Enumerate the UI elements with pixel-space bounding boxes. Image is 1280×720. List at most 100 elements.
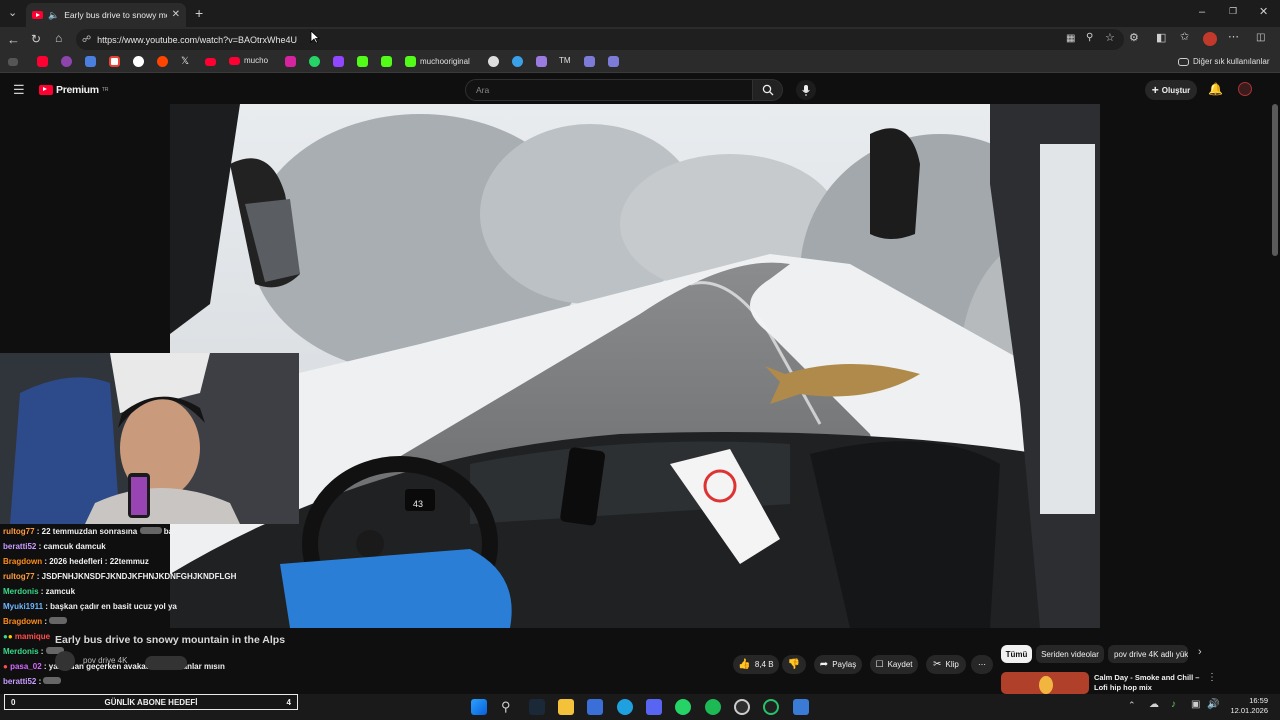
profile-avatar[interactable] <box>1203 32 1217 46</box>
goal-label: GÜNLİK ABONE HEDEFİ <box>104 697 198 707</box>
notifications-bell-icon[interactable]: 🔔 <box>1208 83 1223 95</box>
chat-user: beratti52 <box>3 677 37 686</box>
bookmark-instagram-icon[interactable] <box>285 56 296 67</box>
taskbar-search-icon[interactable]: ⚲ <box>501 700 511 713</box>
like-button[interactable]: 👍 8,4 B <box>733 655 779 674</box>
bookmark-twitch-icon[interactable] <box>333 56 344 67</box>
other-bookmarks-folder[interactable]: Diğer sık kullanılanlar <box>1178 56 1269 66</box>
tab-list-chevron-icon[interactable]: ⌄ <box>8 8 17 19</box>
bookmark-gmail-icon[interactable] <box>109 56 120 67</box>
bookmark-mucho[interactable]: mucho <box>229 56 268 65</box>
bookmark-chrome-icon[interactable] <box>61 56 72 67</box>
minimize-icon[interactable]: – <box>1199 7 1205 18</box>
channel-name[interactable]: pov drive 4K <box>83 656 127 665</box>
thumbs-down-icon: 👎 <box>787 659 801 670</box>
bookmark-x-icon[interactable]: 𝕏 <box>181 56 189 67</box>
search-button[interactable] <box>753 79 783 101</box>
reload-icon[interactable]: ↻ <box>31 33 41 45</box>
share-button[interactable]: ➦ Paylaş <box>814 655 862 674</box>
bookmark-translate-icon[interactable] <box>85 56 96 67</box>
plus-icon: + <box>1151 83 1159 97</box>
bookmark-google-icon[interactable] <box>133 56 144 67</box>
split-screen-icon[interactable]: ◧ <box>1156 33 1166 44</box>
extensions-icon[interactable]: ⚙ <box>1129 33 1139 44</box>
app-available-icon[interactable]: ▦ <box>1066 34 1075 44</box>
bookmark-edge-icon[interactable] <box>512 56 523 67</box>
bookmark-kick-2-icon[interactable] <box>381 56 392 67</box>
save-button[interactable]: ☐ Kaydet <box>870 655 918 674</box>
clip-button[interactable]: ✂ Klip <box>926 655 966 674</box>
chat-user: Merdonis <box>3 587 39 596</box>
discord-icon[interactable] <box>646 699 662 715</box>
bookmark-muchooriginal[interactable]: muchooriginal <box>405 56 470 67</box>
chip-channel-uploads[interactable]: pov drive 4K adlı yükl <box>1108 645 1188 663</box>
video-player[interactable]: 43 <box>170 104 1100 628</box>
subscribe-button[interactable] <box>145 656 187 670</box>
favorites-icon[interactable]: ✩ <box>1180 32 1189 43</box>
page-scrollbar[interactable] <box>1272 104 1278 256</box>
chips-next-chevron-icon[interactable]: › <box>1198 647 1202 658</box>
chip-series[interactable]: Seriden videolar <box>1036 645 1104 663</box>
bookmark-youtube-icon[interactable] <box>37 56 48 67</box>
chat-line: beratti52 : camcuk damcuk <box>3 542 106 551</box>
tray-microphone-icon[interactable]: ♪ <box>1171 700 1176 710</box>
dashboard-speed: 43 <box>413 499 423 509</box>
recommended-thumbnail[interactable] <box>1001 672 1089 694</box>
bookmark-reddit-icon[interactable] <box>157 56 168 67</box>
url-text[interactable]: https://www.youtube.com/watch?v=BAOtrxWh… <box>97 35 297 45</box>
hamburger-menu-icon[interactable]: ☰ <box>13 83 25 96</box>
tray-app-icon[interactable]: ☁ <box>1149 700 1159 710</box>
bookmark-tm[interactable]: TM <box>559 56 571 65</box>
bookmark-whatsapp-icon[interactable] <box>309 56 320 67</box>
channel-avatar[interactable] <box>55 651 75 671</box>
streamer-webcam <box>0 353 299 524</box>
zoom-icon[interactable]: ⚲ <box>1086 33 1093 43</box>
favorite-star-icon[interactable]: ☆ <box>1105 33 1115 44</box>
dislike-button[interactable]: 👎 <box>782 655 806 674</box>
create-button[interactable]: + Oluştur <box>1145 80 1197 100</box>
site-info-icon[interactable]: ☍ <box>82 35 91 44</box>
store-icon[interactable] <box>587 699 603 715</box>
speaker-icon[interactable]: 🔈 <box>48 10 59 20</box>
search-input[interactable]: Ara <box>465 79 753 101</box>
bookmark-github-icon[interactable] <box>488 56 499 67</box>
file-explorer-icon[interactable] <box>558 699 574 715</box>
bookmark-collections-icon[interactable] <box>8 56 18 66</box>
whatsapp-icon[interactable] <box>675 699 691 715</box>
network-icon[interactable]: ▣ <box>1191 700 1200 710</box>
window-close-icon[interactable]: ✕ <box>1259 7 1268 18</box>
back-arrow-icon[interactable]: ← <box>7 33 20 46</box>
bookmark-pen-icon[interactable] <box>536 56 547 67</box>
more-menu-icon[interactable]: ⋯ <box>1228 32 1239 43</box>
settings-app-icon[interactable] <box>793 699 809 715</box>
address-bar[interactable]: ☍ https://www.youtube.com/watch?v=BAOtrx… <box>76 29 1124 50</box>
edge-icon[interactable] <box>617 699 633 715</box>
more-actions-button[interactable]: ⋯ <box>971 655 993 674</box>
video-title: Early bus drive to snowy mountain in the… <box>55 634 286 646</box>
recommended-more-icon[interactable]: ⋮ <box>1207 673 1217 683</box>
tab-close-icon[interactable]: ✕ <box>172 10 180 20</box>
chrome-icon[interactable] <box>734 699 750 715</box>
spotify-icon[interactable] <box>705 699 721 715</box>
sidebar-toggle-icon[interactable]: ◫ <box>1256 33 1265 43</box>
home-icon[interactable]: ⌂ <box>55 32 62 44</box>
new-tab-plus-icon[interactable]: + <box>195 6 203 20</box>
account-avatar[interactable] <box>1238 82 1252 96</box>
browser-tab-active[interactable]: 🔈 Early bus drive to snowy mou ✕ <box>26 3 186 27</box>
bookmark-kick-icon[interactable] <box>357 56 368 67</box>
bookmark-shield-icon[interactable] <box>584 56 595 67</box>
system-clock[interactable]: 16:59 12.01.2026 <box>1226 696 1268 716</box>
obs-icon[interactable] <box>763 699 779 715</box>
bookmark-label: TM <box>559 56 571 65</box>
volume-icon[interactable]: 🔊 <box>1207 700 1219 710</box>
recommended-title[interactable]: Calm Day - Smoke and Chill – Lofi hip hop… <box>1094 673 1199 693</box>
restore-icon[interactable]: ❐ <box>1229 7 1237 16</box>
bookmark-youtube-2-icon[interactable] <box>205 56 216 66</box>
start-windows-icon[interactable] <box>471 699 487 715</box>
bookmark-shield-2-icon[interactable] <box>608 56 619 67</box>
steam-icon[interactable] <box>529 699 545 715</box>
voice-search-button[interactable] <box>796 80 816 100</box>
youtube-logo[interactable]: Premium TR <box>39 84 109 96</box>
chip-all[interactable]: Tümü <box>1001 645 1032 663</box>
tray-chevron-up-icon[interactable]: ⌃ <box>1128 701 1136 710</box>
